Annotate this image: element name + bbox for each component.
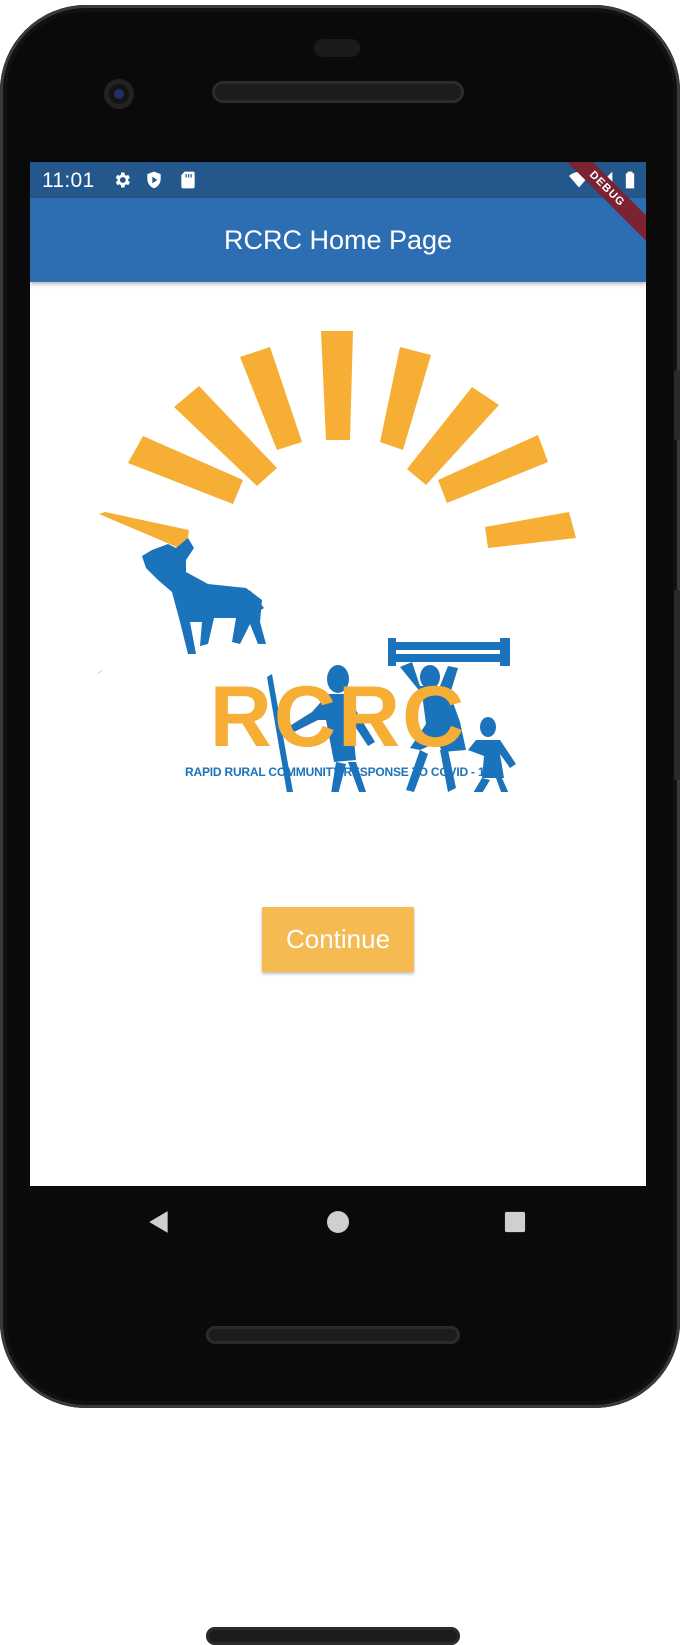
sun-rays	[98, 331, 576, 674]
front-camera-icon	[104, 79, 134, 109]
battery-icon	[625, 171, 635, 189]
recents-icon[interactable]	[504, 1211, 526, 1233]
volume-button	[674, 590, 680, 780]
app-bar: RCRC Home Page	[30, 198, 646, 282]
shield-icon	[147, 171, 161, 189]
status-bar: 11:01	[30, 162, 646, 198]
bottom-speaker-grille	[206, 1326, 460, 1344]
power-button	[674, 370, 680, 440]
status-time: 11:01	[42, 169, 95, 192]
logo-subtitle: RAPID RURAL COMMUNITY RESPONSE TO COVID …	[185, 765, 491, 779]
sensor	[314, 39, 360, 57]
back-icon[interactable]	[146, 1209, 172, 1235]
settings-icon	[115, 172, 130, 188]
continue-button[interactable]: Continue	[262, 907, 414, 972]
app-screen: 11:01 RCRC Home Page DEBUG RCRC RAPID RU…	[30, 162, 646, 1186]
bottom-speaker	[206, 1627, 460, 1645]
page-title: RCRC Home Page	[223, 225, 453, 255]
logo-title: RCRC	[209, 669, 467, 765]
top-speaker	[212, 81, 464, 103]
sd-card-icon	[181, 171, 195, 189]
home-icon[interactable]	[326, 1210, 350, 1234]
